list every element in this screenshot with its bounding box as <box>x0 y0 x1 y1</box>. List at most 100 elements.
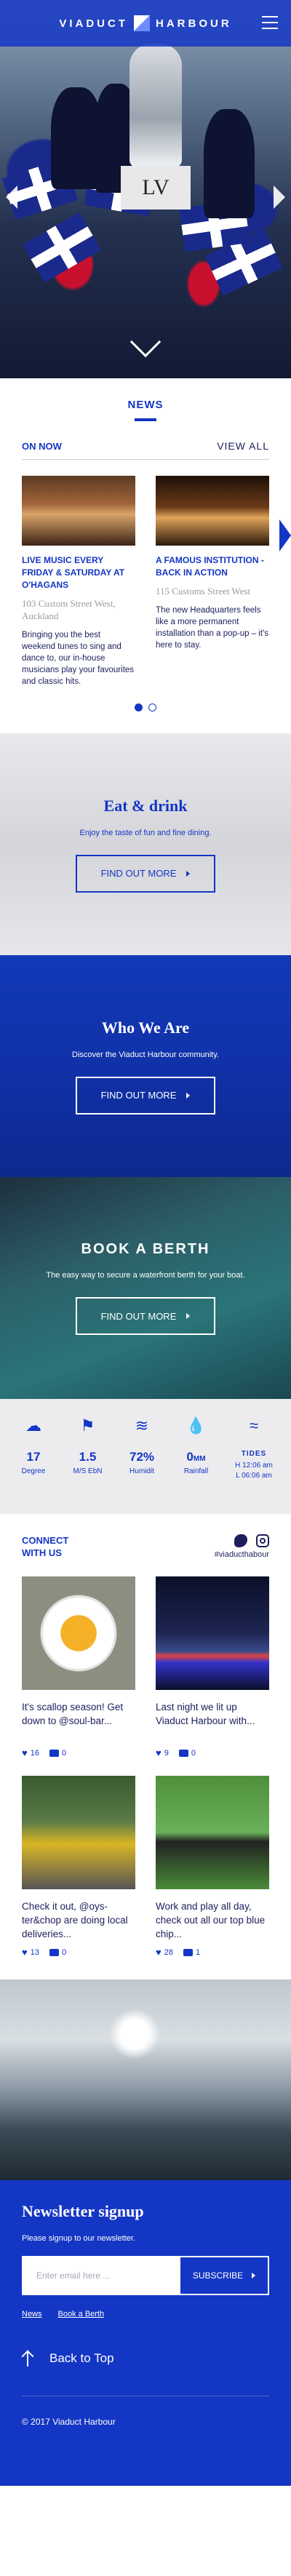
wind-flag-icon: ⚑ <box>80 1416 95 1435</box>
weather-unit: MM <box>193 1455 206 1463</box>
eat-drink-find-out-more-button[interactable]: FIND OUT MORE <box>76 854 215 893</box>
subscribe-button[interactable]: SUBSCRIBE <box>180 2257 268 2294</box>
play-arrow-icon <box>186 1092 191 1098</box>
social-post[interactable]: Last night we lit up Viaduct Harbour wit… <box>156 1576 269 1758</box>
comments-count: 0 <box>49 1947 66 1958</box>
newsletter-lead: Please signup to our newsletter. <box>22 2234 135 2243</box>
social-handle[interactable]: #viaducthabour <box>215 1550 269 1559</box>
hero-carousel: LV VIADUCT HARBOUR <box>0 0 291 378</box>
book-a-berth-find-out-more-button[interactable]: FIND OUT MORE <box>76 1297 215 1335</box>
social-post-image[interactable] <box>22 1576 135 1690</box>
carousel-next-arrow-icon[interactable] <box>274 186 285 209</box>
heart-icon: ♥ <box>22 1747 28 1758</box>
tides-label: TIDES <box>241 1450 267 1458</box>
view-all-link[interactable]: VIEW ALL <box>217 440 269 452</box>
weather-wind: ⚑ 1.5 M/S EbN <box>66 1415 110 1514</box>
heart-icon: ♥ <box>22 1947 28 1958</box>
social-post[interactable]: Check it out, @oys-ter&chop are doing lo… <box>22 1776 135 1958</box>
weather-value: 72% <box>129 1450 155 1464</box>
comments-count: 1 <box>183 1947 200 1958</box>
news-card-address: 103 Custom Street West, Auckland <box>22 598 116 621</box>
back-to-top-button[interactable]: Back to Top <box>22 2350 269 2396</box>
sun-glare <box>109 2009 160 2059</box>
social-post-image[interactable] <box>22 1776 135 1889</box>
flag-decoration <box>23 212 101 283</box>
play-arrow-icon <box>186 1313 191 1319</box>
social-post[interactable]: Work and play all day, check out all our… <box>156 1776 269 1958</box>
weather-value: 17 <box>26 1450 41 1464</box>
likes-count: ♥ 28 <box>156 1947 173 1958</box>
raindrop-icon: 💧 <box>186 1416 207 1435</box>
likes-count: ♥ 13 <box>22 1947 39 1958</box>
tides-icon: ≈ <box>249 1416 259 1435</box>
book-a-berth-subtitle: The easy way to secure a waterfront bert… <box>46 1271 245 1280</box>
play-arrow-icon <box>186 870 191 877</box>
news-card[interactable]: A FAMOUS INSTITUTION - BACK IN ACTION 11… <box>156 476 269 687</box>
weather-strip: ☁ 17 Degree ⚑ 1.5 M/S EbN ≋ 72% Humidit … <box>0 1399 291 1514</box>
social-section: CONNECT WITH US #viaducthabour It's scal… <box>0 1514 291 1979</box>
social-header: CONNECT WITH US #viaducthabour <box>22 1534 269 1559</box>
crew-figure <box>204 109 255 218</box>
hamburger-menu-icon[interactable] <box>262 16 278 29</box>
pagination-dot[interactable] <box>148 703 156 711</box>
logo-word-right: HARBOUR <box>156 17 232 30</box>
news-card-body: The new Headquarters feels like a more p… <box>156 606 268 650</box>
button-label: FIND OUT MORE <box>100 1090 177 1101</box>
weather-value: 0MM <box>186 1450 206 1464</box>
site-logo[interactable]: VIADUCT HARBOUR <box>59 15 231 31</box>
comment-icon <box>183 1948 193 1956</box>
copyright: © 2017 Viaduct Harbour <box>22 2417 116 2427</box>
social-icons <box>234 1534 269 1547</box>
weather-tides: ≈ TIDES H 12:06 am L 06:06 am <box>228 1415 279 1514</box>
eat-drink-panel: Eat & drink Enjoy the taste of fun and f… <box>0 733 291 955</box>
carousel-prev-arrow-icon[interactable] <box>6 186 17 209</box>
newsletter-footer: Newsletter signup Please signup to our n… <box>0 2180 291 2486</box>
news-card-title[interactable]: LIVE MUSIC EVERY FRIDAY & SATURDAY AT O'… <box>22 554 135 591</box>
social-post-image[interactable] <box>156 1776 269 1889</box>
footer-link-news[interactable]: News <box>22 2310 42 2318</box>
news-section: NEWS ON NOW VIEW ALL LIVE MUSIC EVERY FR… <box>0 378 291 733</box>
news-next-arrow-icon[interactable] <box>279 519 291 551</box>
news-card-image <box>156 476 269 546</box>
social-post-meta: ♥ 28 1 <box>156 1947 269 1958</box>
logo-word-left: VIADUCT <box>59 17 128 30</box>
scroll-down-chevron-icon[interactable] <box>129 326 162 358</box>
weather-temperature: ☁ 17 Degree <box>12 1415 55 1514</box>
heart-icon: ♥ <box>156 1947 162 1958</box>
button-label: SUBSCRIBE <box>192 2270 244 2281</box>
news-card[interactable]: LIVE MUSIC EVERY FRIDAY & SATURDAY AT O'… <box>22 476 135 687</box>
social-posts-grid: It's scallop season! Get down to @soul-b… <box>22 1576 269 1958</box>
instagram-icon[interactable] <box>256 1534 269 1547</box>
comment-icon <box>178 1749 188 1757</box>
social-post-caption: Work and play all day, check out all our… <box>156 1901 266 1939</box>
news-card-image <box>22 476 135 546</box>
newsletter-form: SUBSCRIBE <box>22 2256 269 2295</box>
who-we-are-find-out-more-button[interactable]: FIND OUT MORE <box>76 1076 215 1114</box>
likes-count: ♥ 16 <box>22 1747 39 1758</box>
logo-mark-icon <box>134 15 150 31</box>
comments-count: 0 <box>178 1747 196 1758</box>
email-field[interactable] <box>23 2257 180 2294</box>
footer-link-book-a-berth[interactable]: Book a Berth <box>58 2310 105 2318</box>
trophy-plinth: LV <box>121 166 191 210</box>
social-post-meta: ♥ 9 0 <box>156 1747 269 1758</box>
social-post-caption: Last night we lit up Viaduct Harbour wit… <box>156 1702 255 1726</box>
heart-icon: ♥ <box>156 1747 162 1758</box>
news-card-title[interactable]: A FAMOUS INSTITUTION - BACK IN ACTION <box>156 554 269 579</box>
social-post-caption: It's scallop season! Get down to @soul-b… <box>22 1702 124 1726</box>
marina-photo <box>0 1979 291 2180</box>
social-post-image[interactable] <box>156 1576 269 1690</box>
book-a-berth-panel: BOOK A BERTH The easy way to secure a wa… <box>0 1177 291 1399</box>
news-cards: LIVE MUSIC EVERY FRIDAY & SATURDAY AT O'… <box>22 476 291 687</box>
newsletter-title: Newsletter signup <box>22 2202 144 2220</box>
comment-icon <box>49 1749 59 1757</box>
weather-rainfall: 💧 0MM Rainfall <box>175 1415 218 1514</box>
weather-label: Humidit <box>129 1467 154 1475</box>
social-post[interactable]: It's scallop season! Get down to @soul-b… <box>22 1576 135 1758</box>
who-we-are-title: Who We Are <box>101 1018 190 1037</box>
pagination-dot-active[interactable] <box>135 703 143 711</box>
footer-links: News Book a Berth <box>22 2310 269 2318</box>
twitter-icon[interactable] <box>234 1534 247 1547</box>
weather-label: M/S EbN <box>73 1467 103 1475</box>
connect-heading: CONNECT WITH US <box>22 1535 69 1558</box>
